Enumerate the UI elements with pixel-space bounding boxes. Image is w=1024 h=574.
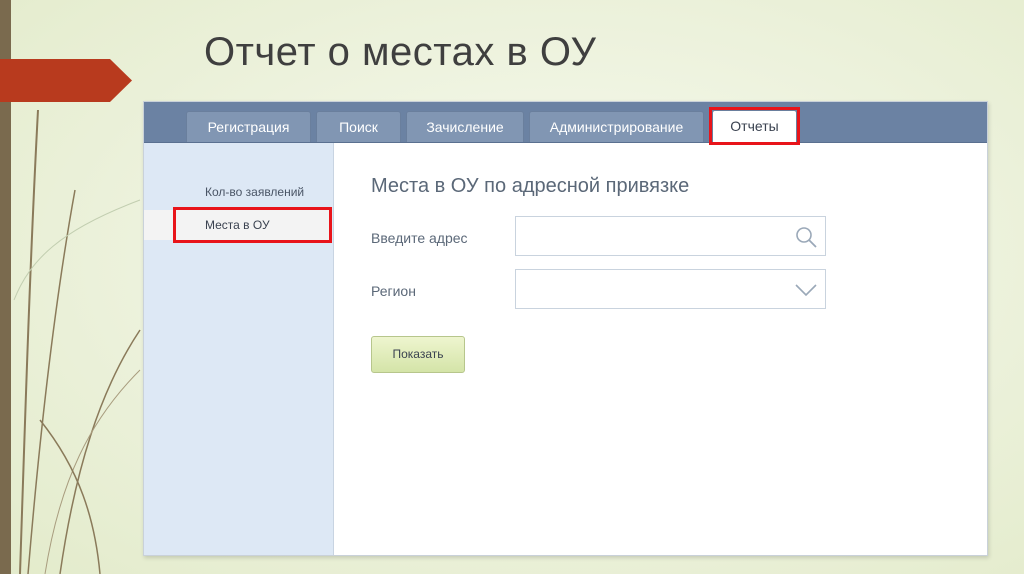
tab-enrollment[interactable]: Зачисление — [406, 111, 524, 142]
search-icon[interactable] — [795, 226, 817, 248]
app-window: Регистрация Поиск Зачисление Администрир… — [143, 101, 988, 556]
slide-title: Отчет о местах в ОУ — [204, 30, 597, 74]
sidebar-item-places[interactable]: Места в ОУ — [144, 210, 331, 240]
show-button[interactable]: Показать — [371, 336, 465, 373]
tab-bar: Регистрация Поиск Зачисление Администрир… — [144, 102, 987, 145]
tab-administration[interactable]: Администрирование — [529, 111, 704, 142]
address-input[interactable] — [522, 218, 796, 256]
region-label: Регион — [371, 283, 416, 299]
chevron-down-icon[interactable] — [795, 279, 817, 301]
sidebar: Кол-во заявлений Места в ОУ — [144, 143, 334, 555]
form-title: Места в ОУ по адресной привязке — [371, 175, 690, 197]
sidebar-item-applications-count[interactable]: Кол-во заявлений — [144, 177, 331, 207]
tab-search[interactable]: Поиск — [316, 111, 401, 142]
tab-reports[interactable]: Отчеты — [712, 110, 797, 142]
region-select[interactable] — [515, 269, 826, 309]
address-label: Введите адрес — [371, 230, 468, 246]
slide-accent-arrow — [0, 59, 132, 102]
tab-registration[interactable]: Регистрация — [186, 111, 311, 142]
address-field[interactable] — [515, 216, 826, 256]
